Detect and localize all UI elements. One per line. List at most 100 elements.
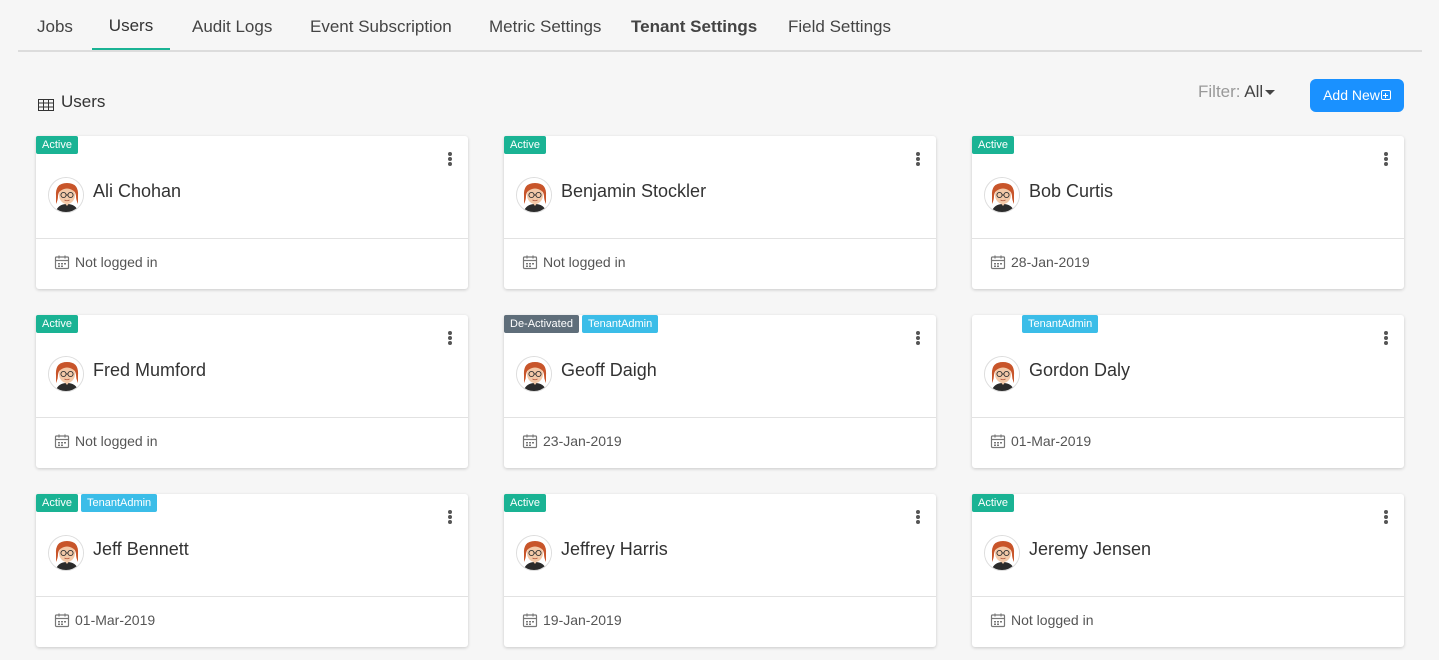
table-grid-icon	[38, 96, 54, 111]
last-login: Not logged in	[54, 433, 158, 449]
calendar-icon	[522, 433, 538, 449]
card-divider	[36, 596, 468, 597]
badge-group: Active	[504, 136, 549, 154]
user-name[interactable]: Ali Chohan	[93, 181, 181, 202]
last-login: 28-Jan-2019	[990, 254, 1090, 270]
user-card[interactable]: Active Jeffrey Harris 19-Jan-2019	[504, 494, 936, 647]
status-badge: Active	[504, 494, 546, 512]
calendar-icon	[522, 254, 538, 270]
card-divider	[36, 417, 468, 418]
status-badge: Active	[36, 494, 78, 512]
badge-group: De-Activated TenantAdmin	[504, 315, 661, 333]
user-card[interactable]: Active Jeremy Jensen Not logged in	[972, 494, 1404, 647]
status-badge: TenantAdmin	[581, 315, 659, 333]
user-card[interactable]: Active Bob Curtis 28-Jan-2019	[972, 136, 1404, 289]
last-login: 01-Mar-2019	[54, 612, 155, 628]
tab-metric-settings[interactable]: Metric Settings	[489, 0, 601, 50]
last-login-text: 01-Mar-2019	[1011, 433, 1092, 449]
more-options-icon[interactable]	[1383, 331, 1389, 347]
card-divider	[36, 238, 468, 239]
tab-field-settings[interactable]: Field Settings	[788, 0, 891, 50]
status-badge: Active	[36, 136, 78, 154]
badge-group: Active	[36, 315, 81, 333]
calendar-icon	[54, 254, 70, 270]
status-badge: Active	[972, 136, 1014, 154]
calendar-icon	[522, 612, 538, 628]
section-header: Users	[38, 92, 105, 112]
plus-square-icon	[1380, 90, 1391, 101]
avatar	[48, 535, 84, 571]
last-login-text: Not logged in	[1011, 612, 1094, 628]
last-login-text: 01-Mar-2019	[75, 612, 156, 628]
card-divider	[504, 238, 936, 239]
more-options-icon[interactable]	[447, 510, 453, 526]
add-new-label: Add New	[1323, 87, 1380, 103]
tab-audit-logs[interactable]: Audit Logs	[192, 0, 272, 50]
last-login-text: 23-Jan-2019	[543, 433, 622, 449]
user-name[interactable]: Jeremy Jensen	[1029, 539, 1151, 560]
more-options-icon[interactable]	[915, 331, 921, 347]
calendar-icon	[990, 612, 1006, 628]
avatar	[516, 177, 552, 213]
tab-bar: Jobs Users Audit Logs Event Subscription…	[18, 0, 1422, 52]
tab-users[interactable]: Users	[92, 0, 170, 50]
status-badge: TenantAdmin	[1022, 315, 1099, 333]
user-card[interactable]: TenantAdmin Gordon Daly 01-Mar-2019	[972, 315, 1404, 468]
user-card[interactable]: Active Fred Mumford Not logged in	[36, 315, 468, 468]
more-options-icon[interactable]	[447, 152, 453, 168]
calendar-icon	[54, 612, 70, 628]
more-options-icon[interactable]	[915, 152, 921, 168]
user-card[interactable]: Active Ali Chohan Not logged in	[36, 136, 468, 289]
avatar	[516, 535, 552, 571]
status-badge: TenantAdmin	[80, 494, 158, 512]
avatar	[516, 356, 552, 392]
user-name[interactable]: Jeffrey Harris	[561, 539, 668, 560]
card-divider	[972, 238, 1404, 239]
user-name[interactable]: Jeff Bennett	[93, 539, 189, 560]
badge-group: Active	[972, 494, 1017, 512]
last-login-text: Not logged in	[543, 254, 626, 270]
calendar-icon	[990, 254, 1006, 270]
avatar	[48, 177, 84, 213]
last-login-text: 28-Jan-2019	[1011, 254, 1090, 270]
filter-value: All	[1244, 82, 1264, 101]
last-login-text: 19-Jan-2019	[543, 612, 622, 628]
user-name[interactable]: Gordon Daly	[1029, 360, 1130, 381]
more-options-icon[interactable]	[915, 510, 921, 526]
tab-event-subscription[interactable]: Event Subscription	[310, 0, 452, 50]
last-login: Not logged in	[522, 254, 626, 270]
user-name[interactable]: Geoff Daigh	[561, 360, 657, 381]
avatar	[984, 535, 1020, 571]
user-card[interactable]: Active Benjamin Stockler Not logged in	[504, 136, 936, 289]
more-options-icon[interactable]	[1383, 510, 1389, 526]
filter-label: Filter:	[1198, 82, 1241, 101]
avatar	[984, 177, 1020, 213]
caret-down-icon	[1265, 90, 1276, 96]
user-card[interactable]: De-Activated TenantAdmin Geoff Daigh 23-Jan…	[504, 315, 936, 468]
more-options-icon[interactable]	[1383, 152, 1389, 168]
badge-group: Active	[504, 494, 549, 512]
last-login-text: Not logged in	[75, 433, 158, 449]
last-login: Not logged in	[990, 612, 1094, 628]
avatar	[984, 356, 1020, 392]
more-options-icon[interactable]	[447, 331, 453, 347]
tab-jobs[interactable]: Jobs	[37, 0, 73, 50]
last-login: Not logged in	[54, 254, 158, 270]
filter-dropdown[interactable]: Filter: All	[1198, 82, 1276, 102]
user-name[interactable]: Benjamin Stockler	[561, 181, 706, 202]
user-name[interactable]: Fred Mumford	[93, 360, 206, 381]
badge-group: Active TenantAdmin	[36, 494, 160, 512]
avatar	[48, 356, 84, 392]
last-login: 01-Mar-2019	[990, 433, 1091, 449]
card-divider	[504, 417, 936, 418]
status-badge: De-Activated	[504, 315, 579, 333]
last-login-text: Not logged in	[75, 254, 158, 270]
last-login: 23-Jan-2019	[522, 433, 622, 449]
status-badge: Active	[504, 136, 546, 154]
calendar-icon	[54, 433, 70, 449]
tab-tenant-settings[interactable]: Tenant Settings	[631, 0, 757, 50]
add-new-button[interactable]: Add New	[1310, 79, 1404, 112]
card-divider	[972, 596, 1404, 597]
user-name[interactable]: Bob Curtis	[1029, 181, 1113, 202]
user-card[interactable]: Active TenantAdmin Jeff Bennett 01-Mar-2019	[36, 494, 468, 647]
